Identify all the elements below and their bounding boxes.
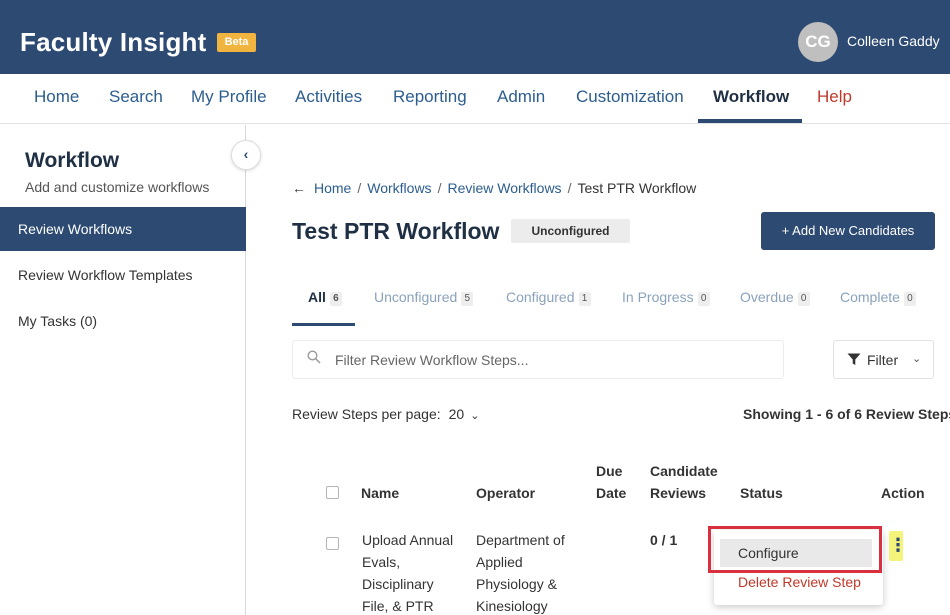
nav-my-profile[interactable]: My Profile xyxy=(191,87,267,107)
sidebar-title: Workflow xyxy=(25,149,120,172)
chevron-down-icon: ⌄ xyxy=(912,353,922,365)
nav-active-indicator xyxy=(698,119,802,123)
column-header-candidate-line1: Candidate xyxy=(650,463,718,479)
per-page-select[interactable]: 20 xyxy=(449,406,465,422)
results-count: Showing 1 - 6 of 6 Review Steps xyxy=(743,406,950,422)
search-icon xyxy=(307,350,321,364)
arrow-left-icon[interactable]: ← xyxy=(292,180,306,196)
nav-customization[interactable]: Customization xyxy=(576,87,684,107)
column-header-candidate-line2: Reviews xyxy=(650,485,707,501)
row-name-line: File, & PTR xyxy=(362,598,434,614)
filter-placeholder: Filter Review Workflow Steps... xyxy=(335,352,529,368)
tab-count: 0 xyxy=(797,292,810,306)
column-header-due-date[interactable]: Due Date xyxy=(596,460,626,504)
breadcrumb-separator: / xyxy=(357,180,362,196)
nav-workflow[interactable]: Workflow xyxy=(713,87,789,107)
avatar[interactable]: CG xyxy=(798,22,838,62)
breadcrumb-home[interactable]: Home xyxy=(314,180,351,196)
kebab-menu-icon[interactable]: ⋮ xyxy=(889,531,907,561)
tab-label: Configured xyxy=(506,289,575,305)
beta-badge: Beta xyxy=(217,33,256,52)
status-badge: Unconfigured xyxy=(511,219,630,243)
chevron-down-icon[interactable]: ⌄ xyxy=(470,410,479,422)
column-header-name[interactable]: Name xyxy=(361,482,399,504)
row-operator: Department of Applied Physiology & Kines… xyxy=(476,529,565,615)
filter-steps-input[interactable]: Filter Review Workflow Steps... xyxy=(292,340,784,379)
row-candidate-reviews: 0 / 1 xyxy=(650,532,678,548)
tab-unconfigured[interactable]: Unconfigured 5 xyxy=(374,289,474,306)
filter-button-label: Filter xyxy=(867,352,899,368)
breadcrumb-review-workflows[interactable]: Review Workflows xyxy=(447,180,561,196)
menu-item-delete-review-step[interactable]: Delete Review Step xyxy=(738,574,861,590)
per-page-control: Review Steps per page: 20 ⌄ xyxy=(292,406,479,422)
top-header: Faculty Insight Beta CG Colleen Gaddy xyxy=(0,0,950,74)
column-header-status[interactable]: Status xyxy=(740,482,783,504)
tab-count: 0 xyxy=(697,292,710,306)
tab-label: Unconfigured xyxy=(374,289,458,305)
tab-count: 5 xyxy=(461,292,474,306)
tab-active-indicator xyxy=(292,323,355,326)
per-page-label: Review Steps per page: xyxy=(292,406,441,422)
user-menu-name[interactable]: Colleen Gaddy xyxy=(847,33,940,49)
app-title[interactable]: Faculty Insight xyxy=(20,27,206,58)
tab-label: Overdue xyxy=(740,289,794,305)
tab-overdue[interactable]: Overdue 0 xyxy=(740,289,810,306)
nav-help[interactable]: Help xyxy=(817,87,852,107)
nav-admin[interactable]: Admin xyxy=(497,87,545,107)
row-operator-line: Kinesiology xyxy=(476,598,548,614)
sidebar: Workflow Add and customize workflows Rev… xyxy=(0,125,246,615)
tab-complete[interactable]: Complete 0 xyxy=(840,289,916,306)
row-checkbox[interactable] xyxy=(326,537,339,550)
row-name-line: Evals, xyxy=(362,554,401,570)
filter-button[interactable]: Filter ⌄ xyxy=(833,340,934,379)
breadcrumb-separator: / xyxy=(567,180,572,196)
row-name-line: Upload Annual xyxy=(362,532,454,548)
tab-count: 0 xyxy=(903,292,916,306)
column-header-candidate-reviews[interactable]: Candidate Reviews xyxy=(650,460,718,504)
funnel-icon xyxy=(847,353,861,365)
highlight-outline xyxy=(708,526,882,573)
status-tabs: All 6 Unconfigured 5 Configured 1 In Progre… xyxy=(292,287,935,327)
chevron-left-icon: ‹ xyxy=(243,146,249,162)
row-operator-line: Physiology & xyxy=(476,576,557,592)
sidebar-item-my-tasks[interactable]: My Tasks (0) xyxy=(0,299,246,343)
tab-label: In Progress xyxy=(622,289,694,305)
sidebar-item-review-workflow-templates[interactable]: Review Workflow Templates xyxy=(0,253,246,297)
breadcrumb-current: Test PTR Workflow xyxy=(577,180,697,196)
sidebar-item-review-workflows[interactable]: Review Workflows xyxy=(0,207,246,251)
breadcrumb: ← Home / Workflows / Review Workflows / Test PT… xyxy=(292,180,696,196)
page-title: Test PTR Workflow xyxy=(292,218,500,244)
row-operator-line: Applied xyxy=(476,554,523,570)
nav-activities[interactable]: Activities xyxy=(295,87,362,107)
row-name[interactable]: Upload Annual Evals, Disciplinary File, … xyxy=(362,529,453,615)
row-name-line: Disciplinary xyxy=(362,576,434,592)
tab-in-progress[interactable]: In Progress 0 xyxy=(622,289,710,306)
row-operator-line: Department of xyxy=(476,532,565,548)
tab-count: 6 xyxy=(329,292,342,306)
column-header-due-line1: Due xyxy=(596,463,623,479)
nav-reporting[interactable]: Reporting xyxy=(393,87,467,107)
breadcrumb-separator: / xyxy=(437,180,442,196)
add-new-candidates-button[interactable]: + Add New Candidates xyxy=(761,212,935,250)
column-header-action: Action xyxy=(881,485,925,501)
tab-label: All xyxy=(308,289,326,305)
select-all-checkbox[interactable] xyxy=(326,486,339,499)
column-header-due-line2: Date xyxy=(596,485,627,501)
tab-label: Complete xyxy=(840,289,900,305)
nav-search[interactable]: Search xyxy=(109,87,163,107)
tab-all[interactable]: All 6 xyxy=(308,289,342,306)
nav-home[interactable]: Home xyxy=(34,87,79,107)
tab-configured[interactable]: Configured 1 xyxy=(506,289,591,306)
sidebar-collapse-button[interactable]: ‹ xyxy=(231,140,261,170)
column-header-operator[interactable]: Operator xyxy=(476,482,535,504)
sidebar-subtitle: Add and customize workflows xyxy=(25,179,210,195)
main-nav: Home Search My Profile Activities Report… xyxy=(0,74,950,124)
breadcrumb-workflows[interactable]: Workflows xyxy=(367,180,431,196)
tab-count: 1 xyxy=(578,292,591,306)
